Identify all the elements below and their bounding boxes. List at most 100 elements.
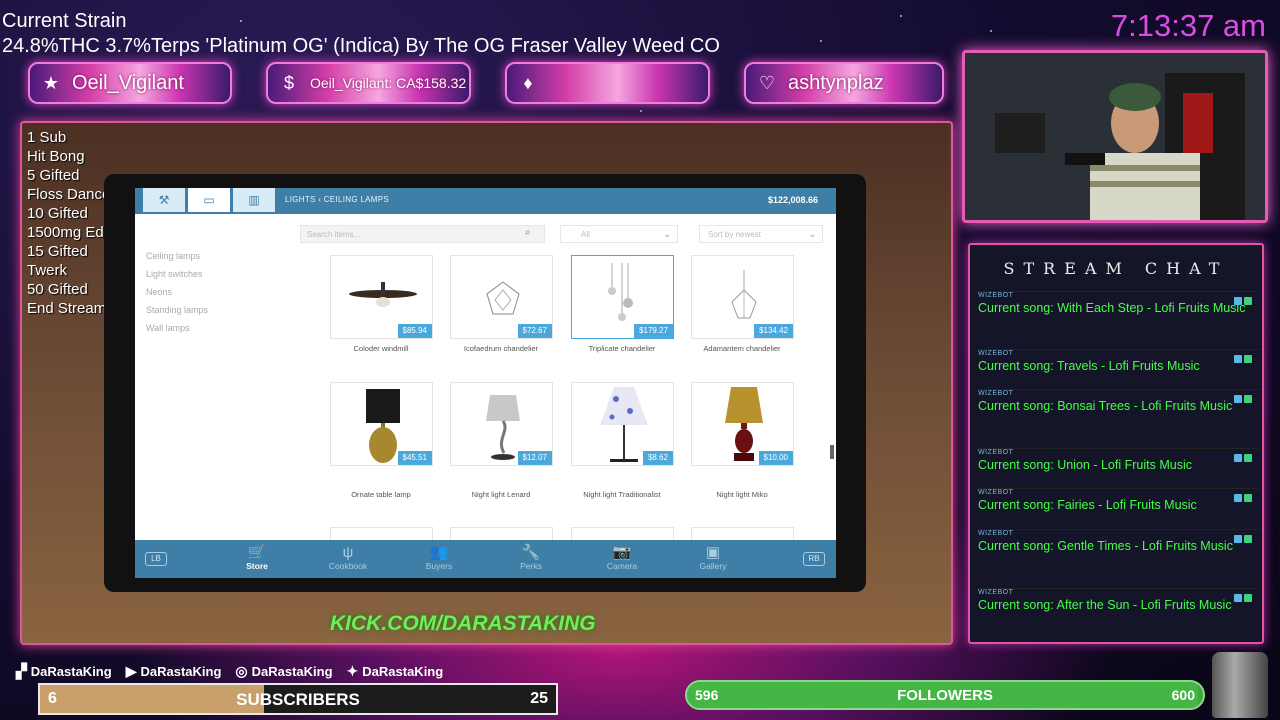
store-top-bar: ⚒ ▭ ▥ LIGHTS ‹ CEILING LAMPS $122,008.66 — [135, 188, 836, 214]
sidebar-item-ceiling-lamps[interactable]: Ceiling lamps — [146, 247, 208, 265]
price-tag: $8.62 — [642, 451, 673, 465]
chat-badges — [1232, 390, 1252, 403]
product-name: Ornate table lamp — [351, 490, 411, 499]
star-decoration — [640, 110, 642, 112]
diamond-icon: ♦ — [523, 72, 533, 93]
goal-label: FOLLOWERS — [897, 687, 993, 704]
social-youtube: ▶ DaRastaKing — [126, 663, 222, 680]
filter-value: All — [581, 230, 590, 239]
product-card[interactable] — [691, 527, 794, 541]
goal-current: 6 — [48, 690, 57, 707]
chat-message: WIZEBOT Current song: Gentle Times - Lof… — [978, 529, 1260, 555]
scrollbar[interactable] — [830, 445, 834, 459]
chat-text: Current song: Bonsai Trees - Lofi Fruits… — [978, 399, 1233, 413]
chat-username: WIZEBOT — [978, 530, 1014, 537]
filter-select[interactable]: All ⌄ — [560, 225, 678, 243]
rb-button[interactable]: RB — [803, 552, 825, 566]
sidebar-item-wall-lamps[interactable]: Wall lamps — [146, 319, 208, 337]
chat-text: Current song: Travels - Lofi Fruits Musi… — [978, 359, 1200, 373]
nav-store[interactable]: 🛒 Store — [227, 544, 287, 571]
product-card[interactable]: $85.94 — [330, 255, 433, 339]
lb-button[interactable]: LB — [145, 552, 167, 566]
sidebar-item-standing-lamps[interactable]: Standing lamps — [146, 301, 208, 319]
star-decoration — [900, 15, 902, 17]
nav-perks[interactable]: 🔧 Perks — [501, 544, 561, 571]
tab-furniture[interactable]: ▭ — [188, 188, 230, 212]
product-name: Night light Miko — [716, 490, 768, 499]
sidebar-item-neons[interactable]: Neons — [146, 283, 208, 301]
price-tag: $10.00 — [758, 451, 793, 465]
sidebar-item-light-switches[interactable]: Light switches — [146, 265, 208, 283]
breadcrumb-current: CEILING LAMPS — [323, 195, 389, 204]
social-handle: DaRastaKing — [140, 664, 222, 679]
product-card[interactable]: $72.67 — [450, 255, 553, 339]
goal-item: Hit Bong — [27, 148, 85, 165]
people-icon: 👥 — [429, 544, 449, 561]
twitter-icon: ✦ — [346, 663, 359, 679]
fence-icon: ▥ — [248, 193, 260, 207]
alert-follow-banner: ★ Oeil_Vigilant — [28, 62, 232, 104]
product-card[interactable] — [330, 527, 433, 541]
price-tag: $134.42 — [754, 324, 793, 338]
subscribers-goal-bar: SUBSCRIBERS 6 25 — [38, 683, 558, 715]
utensils-icon: ψ — [342, 544, 354, 561]
product-name: Coloder windmill — [353, 344, 409, 353]
chat-badges — [1232, 589, 1252, 602]
product-card[interactable]: $12.07 — [450, 382, 553, 466]
product-card[interactable]: $179.27 — [571, 255, 674, 339]
goal-current: 596 — [695, 687, 719, 703]
social-handle: DaRastaKing — [362, 664, 444, 679]
goal-label: SUBSCRIBERS — [236, 690, 360, 709]
product-card[interactable] — [571, 527, 674, 541]
star-decoration — [240, 20, 242, 22]
nav-camera[interactable]: 📷 Camera — [592, 544, 652, 571]
star-icon: ★ — [42, 72, 60, 93]
alert-label: Oeil_Vigilant: CA$158.32 — [310, 75, 467, 91]
alert-label: Oeil_Vigilant — [72, 71, 184, 94]
nav-cookbook[interactable]: ψ Cookbook — [318, 544, 378, 571]
breadcrumb: LIGHTS ‹ CEILING LAMPS — [285, 195, 389, 204]
chat-username: WIZEBOT — [978, 292, 1014, 299]
product-card[interactable] — [450, 527, 553, 541]
product-card[interactable]: $10.00 — [691, 382, 794, 466]
breadcrumb-separator: ‹ — [318, 195, 322, 204]
chat-text: Current song: Gentle Times - Lofi Fruits… — [978, 539, 1233, 553]
chat-message: WIZEBOT Current song: Travels - Lofi Fru… — [978, 349, 1260, 375]
nav-gallery[interactable]: ▣ Gallery — [683, 544, 743, 571]
chat-title: STREAM CHAT — [1003, 259, 1229, 278]
chat-message: WIZEBOT Current song: Fairies - Lofi Fru… — [978, 488, 1260, 514]
sort-select[interactable]: Sort by newest ⌄ — [699, 225, 823, 243]
sofa-icon: ▭ — [203, 193, 215, 207]
chat-text: Current song: Union - Lofi Fruits Music — [978, 458, 1192, 472]
goal-target: 600 — [1171, 687, 1195, 703]
tab-build[interactable]: ⚒ — [143, 188, 185, 212]
alert-tip-banner: $ Oeil_Vigilant: CA$158.32 — [266, 62, 471, 104]
product-card[interactable]: $134.42 — [691, 255, 794, 339]
clock: 7:13:37 am — [1110, 8, 1266, 43]
search-icon[interactable]: ⌕ — [525, 227, 531, 238]
money-balance: $122,008.66 — [767, 195, 818, 205]
chat-badges — [1232, 489, 1252, 502]
chat-text: Current song: After the Sun - Lofi Fruit… — [978, 598, 1232, 612]
social-twitch: ▞ DaRastaKing — [16, 663, 112, 680]
nav-label: Camera — [606, 561, 638, 571]
breadcrumb-root[interactable]: LIGHTS — [285, 195, 316, 204]
product-name: Night light Traditionalist — [583, 490, 661, 499]
chat-message: WIZEBOT Current song: Bonsai Trees - Lof… — [978, 389, 1260, 415]
search-input[interactable]: Search items... — [300, 225, 545, 243]
image-icon: ▣ — [705, 544, 721, 561]
webcam-feed — [962, 50, 1268, 223]
product-card[interactable]: $45.51 — [330, 382, 433, 466]
chat-username: WIZEBOT — [978, 390, 1014, 397]
star-decoration — [990, 30, 992, 32]
product-name: Night light Lenard — [471, 490, 531, 499]
product-name: Adamantem chandelier — [703, 344, 781, 353]
tab-fence[interactable]: ▥ — [233, 188, 275, 212]
product-name: Icofaedrum chandelier — [463, 344, 539, 353]
price-tag: $12.07 — [517, 451, 552, 465]
dollar-icon: $ — [283, 72, 294, 93]
nav-buyers[interactable]: 👥 Buyers — [409, 544, 469, 571]
product-card[interactable]: $8.62 — [571, 382, 674, 466]
nav-label: Buyers — [425, 561, 453, 571]
youtube-icon: ▶ — [125, 663, 137, 679]
